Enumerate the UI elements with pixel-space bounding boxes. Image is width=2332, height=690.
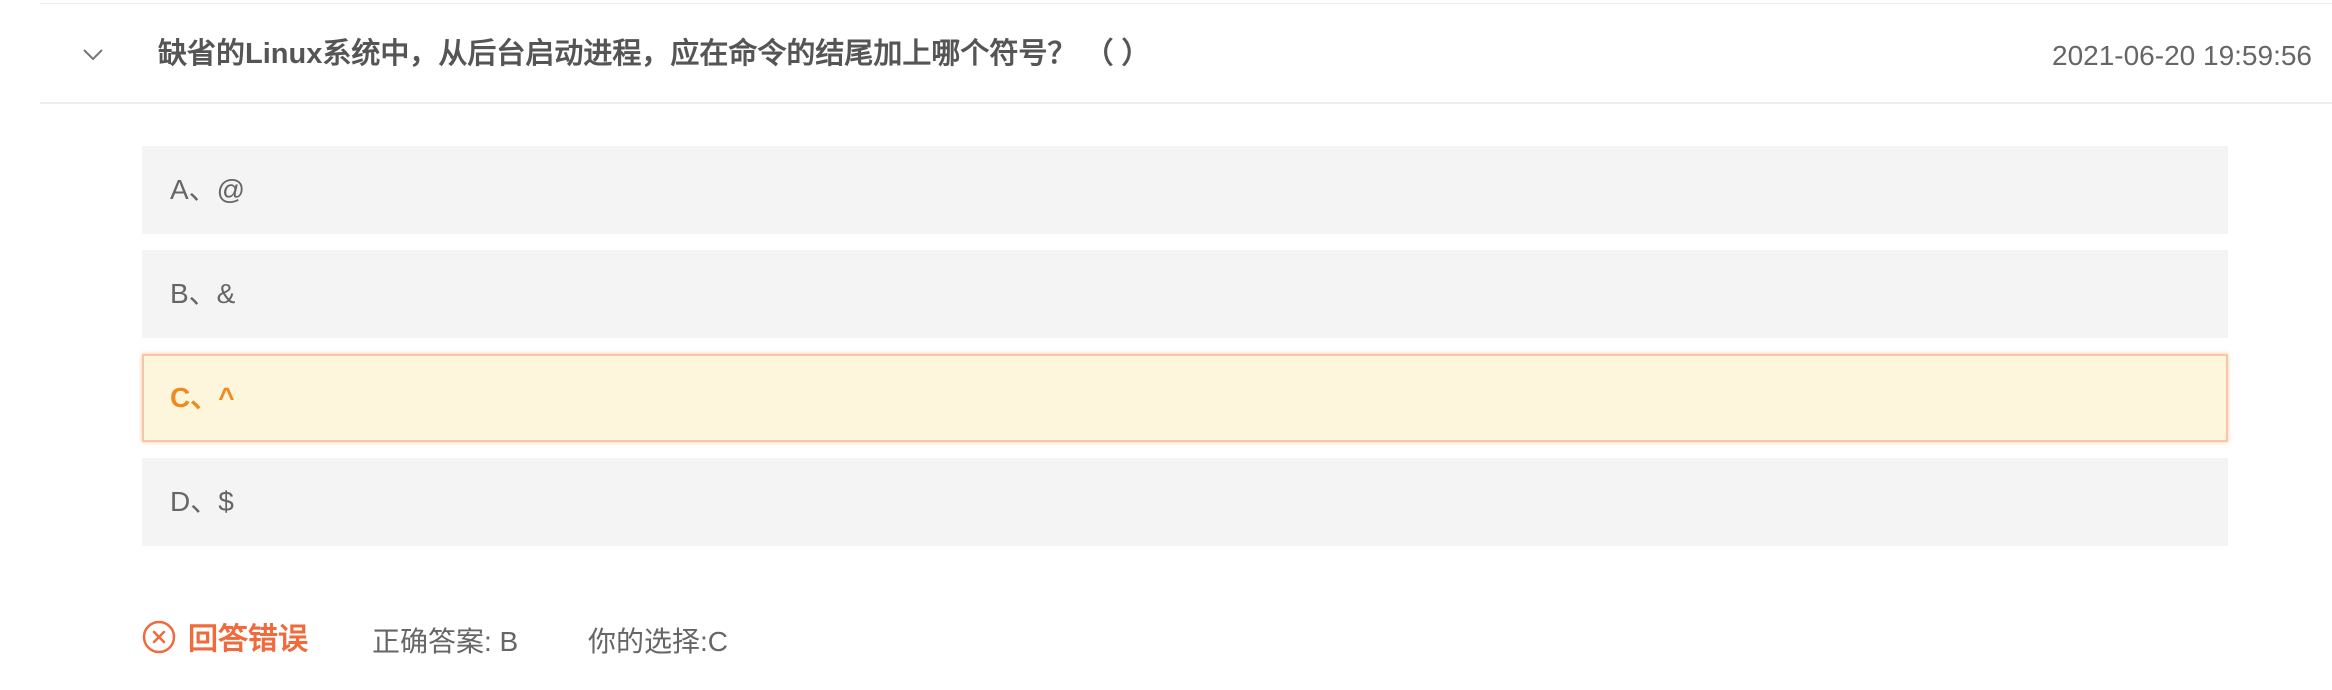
chevron-down-icon[interactable] bbox=[78, 42, 108, 66]
question-text: 缺省的Linux系统中，从后台启动进程，应在命令的结尾加上哪个符号？ （ ） bbox=[158, 38, 1151, 70]
option-a[interactable]: A、@ bbox=[142, 146, 2228, 234]
question-header[interactable]: 缺省的Linux系统中，从后台启动进程，应在命令的结尾加上哪个符号？ （ ） 2… bbox=[40, 4, 2332, 104]
option-a-label: A、@ bbox=[170, 174, 246, 205]
correct-answer: 正确答案: B bbox=[372, 626, 519, 657]
option-b-label: B、& bbox=[170, 278, 236, 309]
result-status: 回答错误 bbox=[188, 623, 308, 656]
option-d-label: D、$ bbox=[170, 486, 234, 517]
answer-result: 回答错误 正确答案: B 你的选择:C bbox=[142, 618, 1342, 666]
option-c-label: C、^ bbox=[170, 382, 235, 413]
option-d[interactable]: D、$ bbox=[142, 458, 2228, 546]
question-timestamp: 2021-06-20 19:59:56 bbox=[2052, 40, 2312, 71]
option-c-selected[interactable]: C、^ bbox=[142, 354, 2228, 442]
close-circle-icon bbox=[142, 620, 176, 654]
option-b[interactable]: B、& bbox=[142, 250, 2228, 338]
your-choice: 你的选择:C bbox=[588, 626, 729, 657]
question-page: 缺省的Linux系统中，从后台启动进程，应在命令的结尾加上哪个符号？ （ ） 2… bbox=[0, 0, 2332, 690]
